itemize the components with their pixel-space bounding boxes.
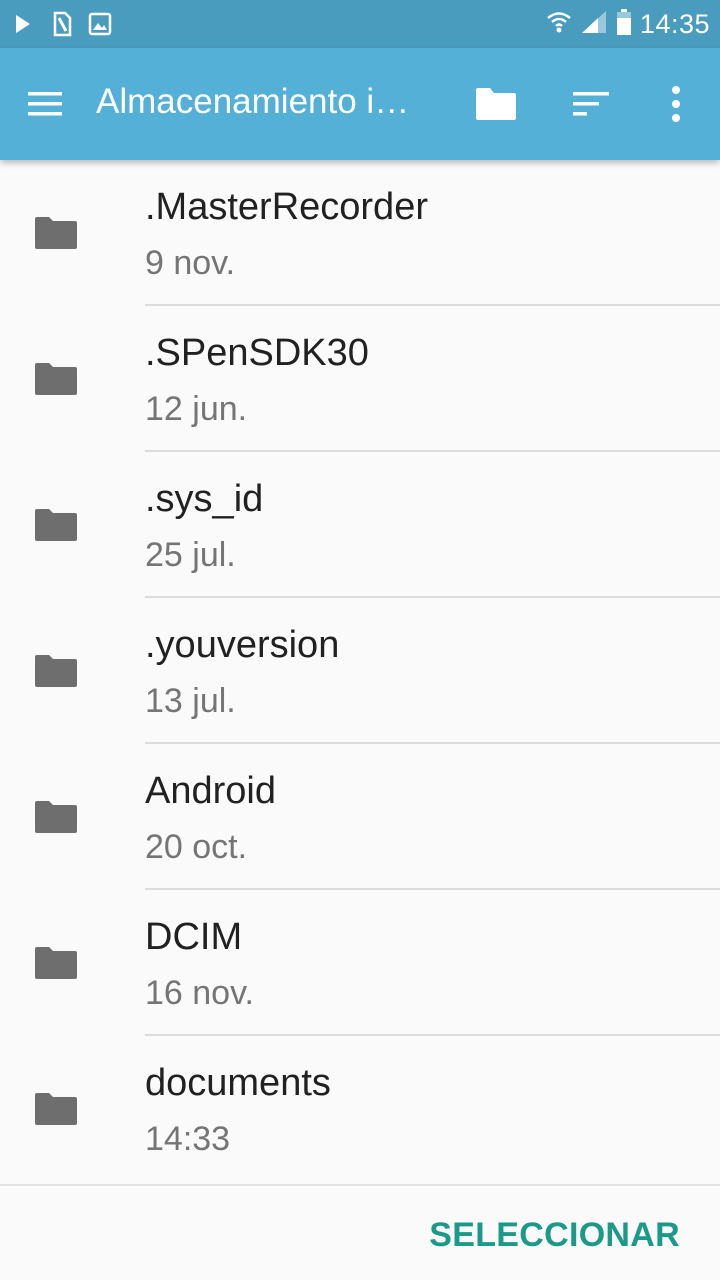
page-title: Almacenamiento i… — [96, 82, 410, 121]
folder-icon — [35, 947, 77, 979]
wifi-icon — [546, 9, 572, 40]
file-list-item[interactable]: .MasterRecorder 9 nov. — [0, 160, 720, 306]
file-date: 25 jul. — [145, 536, 236, 574]
file-list-item[interactable]: DCIM 16 nov. — [0, 890, 720, 1036]
hamburger-menu-icon — [28, 92, 62, 116]
status-bar: 14:35 — [0, 0, 720, 48]
menu-button[interactable] — [24, 84, 72, 124]
file-list: .MasterRecorder 9 nov. .SPenSDK30 12 jun… — [0, 160, 720, 1180]
folder-icon — [35, 363, 77, 395]
sort-icon — [573, 92, 609, 116]
file-name: DCIM — [145, 916, 243, 958]
more-options-button[interactable] — [648, 76, 704, 132]
file-date: 16 nov. — [145, 974, 255, 1012]
file-name: .MasterRecorder — [145, 186, 428, 228]
status-time: 14:35 — [639, 9, 710, 39]
file-date: 20 oct. — [145, 828, 248, 866]
file-date: 13 jul. — [145, 682, 236, 720]
file-name: .SPenSDK30 — [145, 332, 369, 374]
file-list-item[interactable]: documents 14:33 — [0, 1036, 720, 1180]
file-date: 9 nov. — [145, 244, 236, 282]
battery-icon — [616, 8, 632, 41]
new-folder-icon — [476, 88, 516, 120]
more-options-icon — [672, 86, 680, 122]
play-icon — [12, 10, 36, 38]
folder-icon — [35, 655, 77, 687]
file-list-item[interactable]: .youversion 13 jul. — [0, 598, 720, 744]
folder-icon — [35, 509, 77, 541]
file-date: 14:33 — [145, 1120, 231, 1158]
new-folder-button[interactable] — [468, 76, 524, 132]
folder-icon — [35, 217, 77, 249]
file-list-item[interactable]: Android 20 oct. — [0, 744, 720, 890]
image-icon — [88, 10, 112, 38]
folder-icon — [35, 1093, 77, 1125]
signal-icon — [580, 9, 608, 40]
file-name: .youversion — [145, 624, 340, 666]
file-name: .sys_id — [145, 478, 264, 520]
folder-icon — [35, 801, 77, 833]
select-button[interactable]: SELECCIONAR — [429, 1216, 680, 1255]
bottom-bar: SELECCIONAR — [0, 1184, 720, 1280]
file-name: documents — [145, 1062, 331, 1104]
file-name: Android — [145, 770, 276, 812]
file-list-item[interactable]: .sys_id 25 jul. — [0, 452, 720, 598]
sim-card-icon — [50, 10, 74, 38]
file-date: 12 jun. — [145, 390, 248, 428]
sort-button[interactable] — [563, 76, 619, 132]
file-list-item[interactable]: .SPenSDK30 12 jun. — [0, 306, 720, 452]
app-bar: Almacenamiento i… — [0, 48, 720, 160]
